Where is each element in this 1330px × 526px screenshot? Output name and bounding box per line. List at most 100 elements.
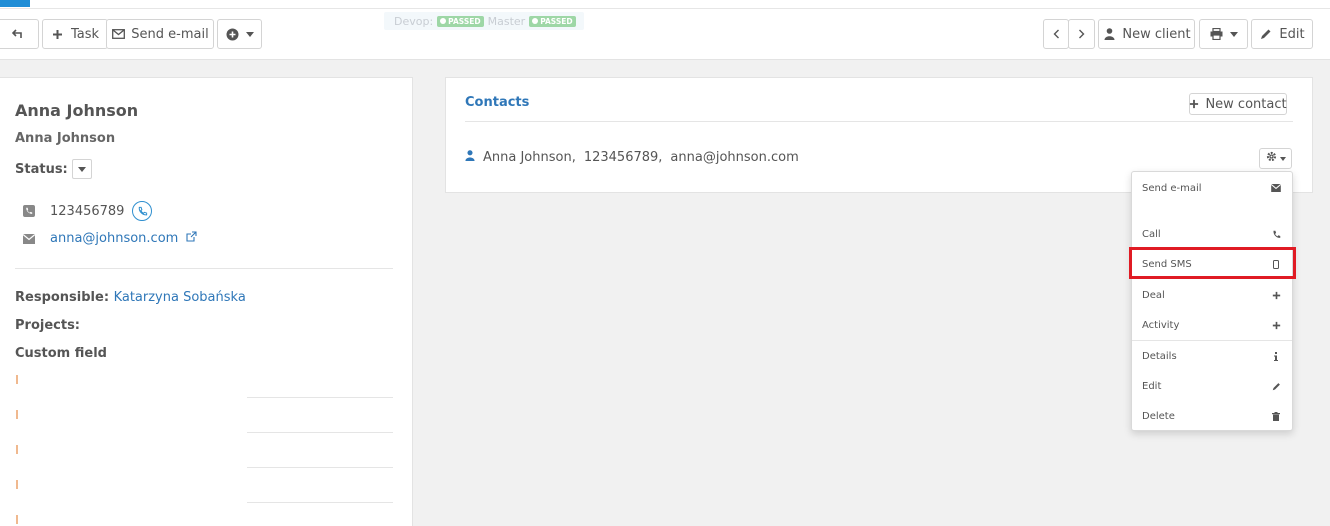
envelope-icon	[1270, 182, 1282, 194]
projects-label: Projects:	[15, 318, 80, 333]
client-name-heading: Anna Johnson	[15, 101, 139, 120]
phone-icon	[1270, 228, 1282, 240]
menu-item-label: Send e-mail	[1142, 182, 1202, 194]
master-status-text: PASSED	[540, 16, 573, 26]
edit-label: Edit	[1279, 26, 1305, 42]
phone-number: 123456789	[50, 203, 125, 219]
new-client-button[interactable]: New client	[1098, 19, 1195, 49]
more-actions-dropdown[interactable]	[217, 19, 262, 49]
external-link-icon[interactable]	[186, 231, 197, 246]
active-tab-indicator	[0, 0, 30, 7]
responsible-label: Responsible:	[15, 290, 110, 305]
phone-square-icon	[22, 204, 36, 218]
status-field: Status:	[15, 159, 92, 179]
menu-item-deal[interactable]: Deal	[1132, 282, 1292, 308]
send-email-button[interactable]: Send e-mail	[106, 19, 214, 49]
pencil-icon	[1270, 380, 1282, 392]
custom-field-line	[247, 467, 393, 468]
trash-icon	[1270, 410, 1282, 422]
client-subname: Anna Johnson	[15, 131, 116, 146]
custom-field-marker	[16, 515, 18, 524]
menu-item-label: Activity	[1142, 319, 1180, 331]
check-circle-icon	[532, 18, 539, 24]
custom-field-label: Custom field	[15, 346, 107, 361]
new-contact-button[interactable]: New contact	[1189, 93, 1287, 115]
menu-item-edit[interactable]: Edit	[1132, 373, 1292, 399]
caret-down-icon	[245, 31, 254, 37]
contact-row: Anna Johnson, 123456789, anna@johnson.co…	[465, 150, 799, 165]
printer-icon	[1210, 27, 1224, 41]
menu-item-details[interactable]: Details	[1132, 343, 1292, 369]
check-circle-icon	[440, 18, 447, 24]
contacts-divider	[465, 121, 1293, 122]
responsible-field: Responsible: Katarzyna Sobańska	[15, 290, 246, 305]
custom-field-marker	[16, 445, 18, 454]
devop-label: Devop:	[394, 14, 434, 28]
user-icon	[1102, 27, 1116, 41]
menu-item-send-email[interactable]: Send e-mail	[1132, 175, 1292, 201]
ci-status-banner: Devop: PASSED Master PASSED	[384, 12, 584, 30]
back-arrow-icon	[11, 27, 25, 41]
contact-actions-button[interactable]	[1259, 148, 1292, 169]
menu-item-call[interactable]: Call	[1132, 221, 1292, 247]
menu-divider	[1132, 340, 1292, 341]
menu-item-label: Details	[1142, 350, 1177, 362]
plus-icon	[1270, 319, 1282, 331]
info-icon	[1270, 350, 1282, 362]
menu-item-label: Deal	[1142, 289, 1165, 301]
client-details-panel: Anna Johnson Anna Johnson Status: 123456…	[0, 77, 413, 526]
caret-down-icon	[77, 166, 86, 172]
custom-field-marker	[16, 480, 18, 489]
email-link[interactable]: anna@johnson.com	[50, 231, 178, 246]
edit-button[interactable]: Edit	[1251, 19, 1313, 49]
responsible-link[interactable]: Katarzyna Sobańska	[114, 290, 246, 305]
gear-icon	[1266, 151, 1277, 166]
next-button[interactable]	[1068, 19, 1095, 49]
envelope-outline-icon	[111, 27, 125, 41]
task-label: Task	[70, 26, 100, 42]
send-sms-highlight	[1129, 247, 1296, 279]
status-label: Status:	[15, 161, 68, 177]
menu-item-delete[interactable]: Delete	[1132, 403, 1292, 429]
new-client-label: New client	[1122, 26, 1191, 42]
contact-phone: 123456789,	[583, 150, 663, 165]
master-status-badge: PASSED	[529, 15, 576, 27]
add-task-button[interactable]: Task	[42, 19, 108, 49]
custom-field-line	[247, 432, 393, 433]
back-button[interactable]	[0, 19, 39, 49]
contact-email: anna@johnson.com	[670, 150, 799, 165]
menu-item-label: Edit	[1142, 380, 1162, 392]
status-dropdown[interactable]	[71, 159, 92, 179]
plus-circle-icon	[226, 27, 240, 41]
envelope-icon	[22, 232, 36, 246]
custom-field-marker	[16, 410, 18, 419]
plus-icon	[1189, 97, 1199, 111]
pencil-icon	[1259, 27, 1273, 41]
caret-down-icon	[1229, 31, 1238, 37]
contacts-title: Contacts	[465, 95, 530, 110]
toolbar-top-divider	[0, 8, 1330, 9]
section-divider	[15, 268, 393, 269]
custom-field-line	[247, 397, 393, 398]
email-row: anna@johnson.com	[22, 231, 197, 246]
phone-row: 123456789	[22, 201, 153, 221]
master-label: Master	[487, 14, 526, 28]
call-phone-icon[interactable]	[132, 201, 153, 221]
menu-item-label: Call	[1142, 228, 1161, 240]
menu-item-label: Delete	[1142, 410, 1175, 422]
caret-down-icon	[1279, 156, 1286, 161]
plus-icon	[1270, 289, 1282, 301]
plus-icon	[51, 27, 65, 41]
contact-actions-menu: Send e-mail Call Send SMS Deal Activity …	[1131, 171, 1293, 431]
custom-field-marker	[16, 375, 18, 384]
new-contact-label: New contact	[1205, 96, 1287, 112]
chevron-right-icon	[1075, 27, 1089, 41]
custom-field-line	[247, 502, 393, 503]
previous-button[interactable]	[1043, 19, 1069, 49]
devop-status-text: PASSED	[448, 16, 481, 26]
send-email-label: Send e-mail	[131, 26, 209, 42]
contact-name: Anna Johnson,	[483, 150, 576, 165]
print-dropdown[interactable]	[1199, 19, 1248, 49]
user-icon	[465, 150, 475, 165]
menu-item-activity[interactable]: Activity	[1132, 312, 1292, 338]
